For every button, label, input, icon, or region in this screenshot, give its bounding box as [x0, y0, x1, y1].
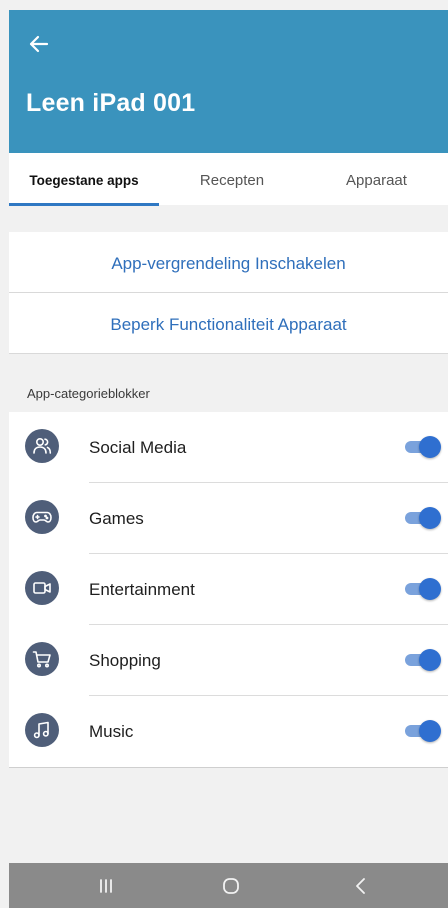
- system-nav-bar: [9, 863, 448, 908]
- tab-bar: Toegestane apps Recepten Apparaat: [9, 153, 448, 205]
- home-circle-icon: [223, 877, 239, 894]
- tab-allowed-apps[interactable]: Toegestane apps: [9, 153, 159, 205]
- category-row-games: Games: [9, 483, 448, 554]
- people-icon: [25, 429, 59, 463]
- music-toggle[interactable]: [403, 720, 441, 742]
- system-back-button[interactable]: [331, 863, 391, 908]
- home-button[interactable]: [201, 863, 261, 908]
- shopping-toggle[interactable]: [403, 649, 441, 671]
- gamepad-icon: [25, 500, 59, 534]
- category-label: Social Media: [89, 438, 187, 457]
- app-header: Leen iPad 001: [9, 10, 448, 153]
- tab-recipes[interactable]: Recepten: [159, 153, 305, 205]
- category-label: Shopping: [89, 651, 161, 670]
- back-button[interactable]: [23, 28, 55, 60]
- page-title: Leen iPad 001: [26, 89, 196, 117]
- category-row-social-media: Social Media: [9, 412, 448, 483]
- social-media-toggle[interactable]: [403, 436, 441, 458]
- entertainment-toggle[interactable]: [403, 578, 441, 600]
- category-label: Games: [89, 509, 144, 528]
- tab-device[interactable]: Apparaat: [305, 153, 448, 205]
- action-list: App-vergrendeling Inschakelen Beperk Fun…: [9, 232, 448, 354]
- shopping-cart-icon: [25, 642, 59, 676]
- category-row-music: Music: [9, 696, 448, 767]
- category-label: Entertainment: [89, 580, 195, 599]
- chevron-left-icon: [356, 877, 365, 894]
- category-row-shopping: Shopping: [9, 625, 448, 696]
- music-note-icon: [25, 713, 59, 747]
- enable-app-lock-button[interactable]: App-vergrendeling Inschakelen: [9, 232, 448, 293]
- active-tab-indicator: [9, 203, 159, 206]
- category-row-entertainment: Entertainment: [9, 554, 448, 625]
- category-label: Music: [89, 722, 134, 741]
- restrict-device-button[interactable]: Beperk Functionaliteit Apparaat: [9, 293, 448, 354]
- video-camera-icon: [25, 571, 59, 605]
- games-toggle[interactable]: [403, 507, 441, 529]
- arrow-left-icon: [29, 35, 49, 53]
- recent-apps-icon: [100, 878, 112, 893]
- recent-apps-button[interactable]: [76, 863, 136, 908]
- app-screen: Leen iPad 001 Toegestane apps Recepten A…: [9, 10, 448, 908]
- section-label: App-categorieblokker: [27, 386, 150, 401]
- category-list: Social Media Games Entertainment Shoppin…: [9, 412, 448, 768]
